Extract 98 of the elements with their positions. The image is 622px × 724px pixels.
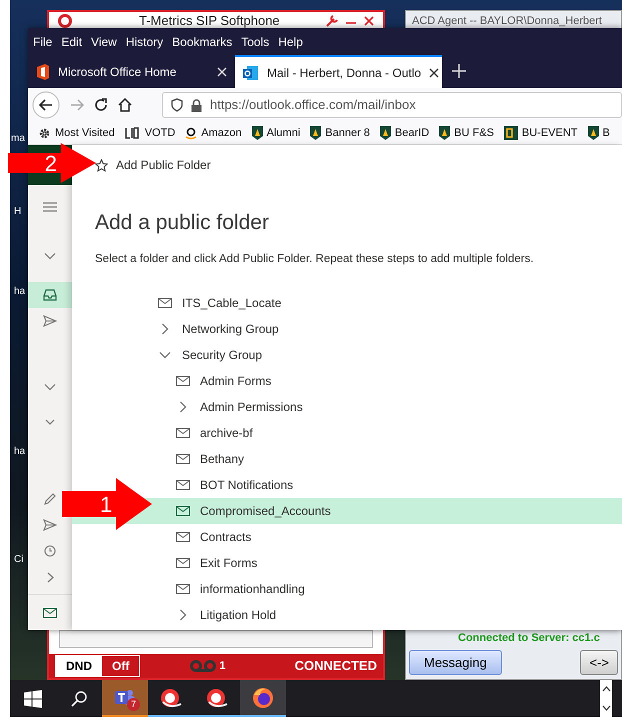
- windows-logo-icon: [24, 690, 42, 708]
- taskbar-app[interactable]: 7: [102, 680, 148, 717]
- menu-icon[interactable]: [43, 202, 57, 212]
- browser-tab[interactable]: Microsoft Office Home: [28, 55, 235, 88]
- address-bar[interactable]: https://outlook.office.com/mail/inbox: [162, 92, 622, 118]
- bookmark[interactable]: BU F&S: [439, 124, 494, 142]
- folder-row[interactable]: archive-bf: [152, 420, 622, 446]
- lock-icon: [191, 98, 202, 112]
- bookmark[interactable]: Banner 8: [310, 124, 370, 142]
- chevron-right-icon: [179, 608, 187, 621]
- message-field[interactable]: [59, 630, 373, 648]
- window-title: ACD Agent -- BAYLOR\Donna_Herbert: [411, 14, 603, 29]
- chevron-right-icon: [161, 322, 169, 335]
- voicemail-icon: [190, 660, 216, 672]
- menu-item[interactable]: Tools: [241, 32, 270, 50]
- notification-badge: 7: [127, 698, 140, 711]
- mail-icon: [176, 584, 190, 594]
- firefox-logo-icon: [252, 686, 274, 708]
- bookmark[interactable]: Alumni: [252, 124, 300, 142]
- mail-icon: [176, 532, 190, 542]
- mail-icon: [176, 454, 190, 464]
- search-icon: [71, 690, 87, 706]
- browser-tab[interactable]: Mail - Herbert, Donna - Outlo: [235, 55, 442, 88]
- rail-item[interactable]: [28, 282, 72, 308]
- menu-item[interactable]: View: [91, 32, 117, 50]
- toolbar-button[interactable]: Messaging: [409, 650, 502, 675]
- bookmark[interactable]: Most Visited: [38, 124, 115, 142]
- chevron-down-icon: [159, 350, 171, 359]
- toolbar-button[interactable]: <->: [580, 650, 618, 675]
- star-icon: [95, 158, 108, 172]
- folder-row[interactable]: informationhandling: [152, 576, 622, 602]
- folder-row[interactable]: Litigation Hold: [152, 602, 622, 628]
- mail-icon: [176, 376, 190, 386]
- send-icon[interactable]: [43, 519, 57, 531]
- folder-row[interactable]: Networking Group: [152, 316, 622, 342]
- back-icon[interactable]: [32, 91, 60, 119]
- bookmark[interactable]: B: [588, 124, 610, 142]
- chevron-right-icon[interactable]: [46, 572, 54, 582]
- close-icon[interactable]: [429, 68, 440, 78]
- folder-row[interactable]: Admin Forms: [152, 368, 622, 394]
- bookmark[interactable]: BU-EVENT: [504, 124, 578, 142]
- menu-item[interactable]: Edit: [61, 32, 82, 50]
- reload-icon[interactable]: [94, 98, 108, 112]
- dnd-toggle[interactable]: DND Off: [55, 655, 140, 677]
- mail-icon: [158, 298, 172, 308]
- shield-logo-icon: [439, 126, 450, 140]
- chevron-right-icon: [179, 400, 187, 413]
- voicemail-count: 1: [219, 658, 226, 674]
- desktop-icon-label[interactable]: H: [14, 206, 22, 217]
- office-logo-icon: [36, 64, 50, 80]
- menu-item[interactable]: File: [33, 32, 52, 50]
- shield-logo-icon: [380, 126, 391, 140]
- callout-arrow: 2: [8, 143, 96, 183]
- chevron-down-icon[interactable]: [602, 704, 610, 711]
- bookmark[interactable]: VOTD: [124, 124, 176, 142]
- mail-icon: [176, 480, 190, 490]
- pencil-icon[interactable]: [44, 493, 56, 505]
- chevron-up-icon[interactable]: [602, 686, 610, 692]
- inbox-icon[interactable]: [43, 289, 57, 301]
- shield-logo-icon: [588, 126, 599, 140]
- shield-logo-icon: [310, 126, 322, 140]
- mail-icon: [176, 506, 190, 516]
- clock-icon[interactable]: [44, 545, 56, 557]
- folder-row[interactable]: Bethany: [152, 446, 622, 472]
- bu-logo-icon: [504, 126, 518, 140]
- folder-row[interactable]: BOT Notifications: [152, 472, 622, 498]
- desktop-icon-label[interactable]: ha: [14, 446, 26, 457]
- instruction-text: Select a folder and click Add Public Folder. Repeat these steps to add multiple folders.: [95, 252, 535, 266]
- shield-icon: [171, 98, 183, 112]
- bookmark[interactable]: BearID: [380, 124, 430, 142]
- folder-row[interactable]: Security Group: [152, 342, 622, 368]
- desktop-icon-label[interactable]: ma: [11, 133, 25, 144]
- folder-row[interactable]: Admin Permissions: [152, 394, 622, 420]
- shield-logo-icon: [252, 126, 263, 140]
- mail-icon[interactable]: [43, 608, 57, 618]
- window-title: T-Metrics SIP Softphone: [139, 12, 280, 30]
- outlook-logo-icon: [243, 64, 259, 80]
- new-tab-icon[interactable]: [452, 64, 466, 78]
- dialog-title: Add a public folder: [95, 210, 270, 236]
- folder-row[interactable]: ITS_Cable_Locate: [152, 290, 622, 316]
- add-public-folder-button[interactable]: Add Public Folder: [94, 155, 212, 175]
- folder-row[interactable]: Exit Forms: [152, 550, 622, 576]
- menu-item[interactable]: History: [126, 32, 164, 50]
- menu-item[interactable]: Bookmarks: [172, 32, 232, 50]
- send-icon[interactable]: [43, 315, 57, 327]
- wrench-icon[interactable]: [325, 14, 339, 28]
- mail-icon: [176, 428, 190, 438]
- menu-item[interactable]: Help: [278, 32, 303, 50]
- folder-row[interactable]: Contracts: [152, 524, 622, 550]
- callout-arrow: 1: [62, 478, 152, 530]
- desktop-icon-label[interactable]: Ci: [14, 554, 24, 565]
- connection-status: CONNECTED: [294, 657, 377, 676]
- bookmark[interactable]: Amazon: [185, 124, 242, 142]
- desktop-icon-label[interactable]: ha: [14, 286, 26, 297]
- mail-icon: [176, 558, 190, 568]
- home-icon[interactable]: [118, 98, 132, 112]
- server-status: Connected to Server: cc1.c: [457, 631, 601, 646]
- gear-icon: [38, 126, 51, 140]
